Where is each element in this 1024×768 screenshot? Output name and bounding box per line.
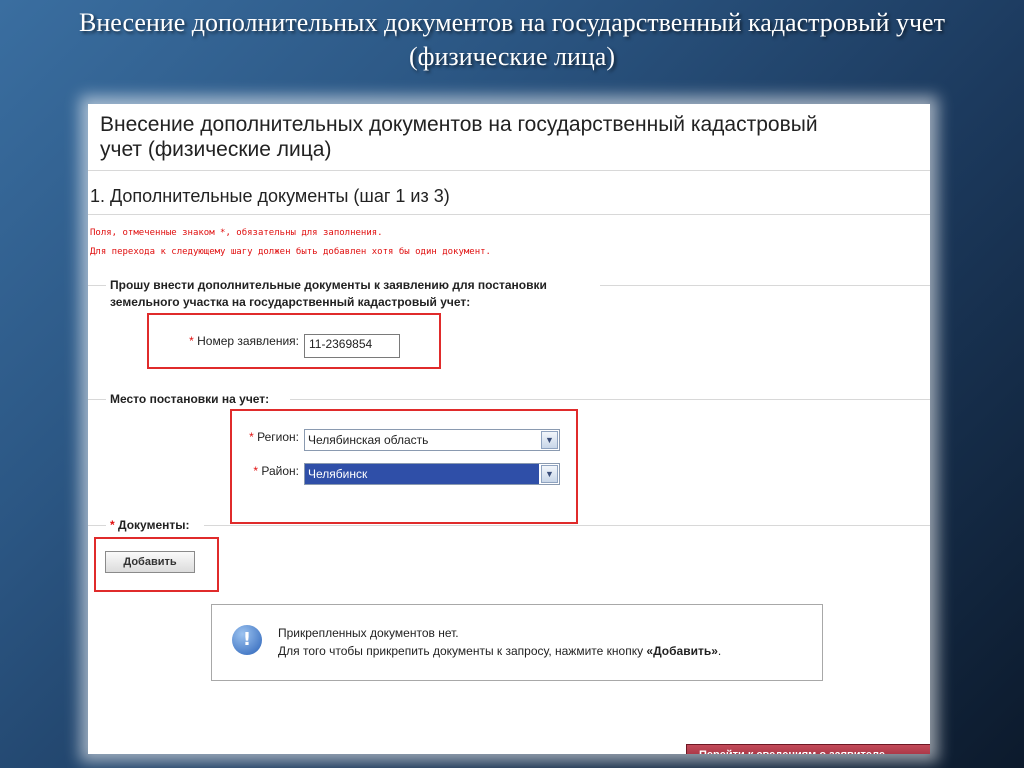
info-line2-suffix: . bbox=[717, 644, 722, 658]
next-step-button[interactable]: Перейти к сведениям о заявителе bbox=[686, 744, 930, 754]
application-number-label-text: Номер заявления: bbox=[197, 334, 299, 348]
divider bbox=[204, 525, 930, 526]
divider bbox=[600, 285, 930, 286]
info-line2: Для того чтобы прикрепить документы к за… bbox=[278, 644, 721, 658]
divider bbox=[88, 214, 930, 215]
add-document-button[interactable]: Добавить bbox=[105, 551, 195, 573]
step-title: 1. Дополнительные документы (шаг 1 из 3) bbox=[90, 186, 450, 206]
divider bbox=[88, 285, 106, 286]
district-selected-value: Челябинск bbox=[305, 464, 539, 484]
next-step-note: Для перехода к следующему шагу должен бы… bbox=[90, 247, 491, 257]
no-documents-info-box: ! Прикрепленных документов нет. Для того… bbox=[211, 604, 823, 681]
required-mark: * bbox=[249, 430, 254, 444]
required-fields-note: Поля, отмеченные знаком *, обязательны д… bbox=[90, 228, 383, 238]
info-line2-prefix: Для того чтобы прикрепить документы к за… bbox=[278, 644, 647, 658]
documents-label: * Документы: bbox=[110, 517, 189, 534]
application-number-input[interactable]: 11-2369854 bbox=[304, 334, 400, 358]
district-label-text: Район: bbox=[261, 464, 299, 478]
request-section-line1: Прошу внести дополнительные документы к … bbox=[110, 278, 547, 292]
chevron-down-icon[interactable]: ▼ bbox=[541, 431, 558, 449]
application-number-label: * Номер заявления: bbox=[164, 334, 299, 348]
chevron-down-icon[interactable]: ▼ bbox=[541, 465, 558, 483]
documents-label-text: Документы: bbox=[118, 518, 190, 532]
page-title-line2: учет (физические лица) bbox=[100, 138, 332, 161]
divider bbox=[88, 170, 930, 171]
slide-title-line1: Внесение дополнительных документов на го… bbox=[79, 8, 945, 37]
slide-title: Внесение дополнительных документов на го… bbox=[0, 6, 1024, 74]
region-select[interactable]: Челябинская область ▼ bbox=[304, 429, 560, 451]
slide-title-line2: (физические лица) bbox=[409, 42, 615, 71]
info-line1: Прикрепленных документов нет. bbox=[278, 626, 459, 640]
request-section-label: Прошу внести дополнительные документы к … bbox=[110, 277, 547, 311]
district-label: * Район: bbox=[223, 464, 299, 478]
location-section-label: Место постановки на учет: bbox=[110, 392, 270, 406]
region-label-text: Регион: bbox=[257, 430, 299, 444]
district-select[interactable]: Челябинск ▼ bbox=[304, 463, 560, 485]
required-mark: * bbox=[253, 464, 259, 478]
region-selected-value: Челябинская область bbox=[308, 433, 429, 447]
divider bbox=[290, 399, 930, 400]
form-screenshot: Внесение дополнительных документов на го… bbox=[88, 104, 930, 754]
application-number-value: 11-2369854 bbox=[309, 337, 373, 351]
divider bbox=[88, 525, 106, 526]
request-section-line2: земельного участка на государственный ка… bbox=[110, 295, 471, 309]
page-title-line1: Внесение дополнительных документов на го… bbox=[100, 113, 818, 136]
info-circle-icon: ! bbox=[232, 625, 262, 655]
divider bbox=[88, 399, 106, 400]
required-mark: * bbox=[110, 518, 115, 532]
required-mark: * bbox=[189, 334, 194, 348]
info-line2-bold: «Добавить» bbox=[646, 644, 718, 658]
page-title: Внесение дополнительных документов на го… bbox=[100, 112, 925, 162]
region-label: * Регион: bbox=[223, 430, 299, 444]
